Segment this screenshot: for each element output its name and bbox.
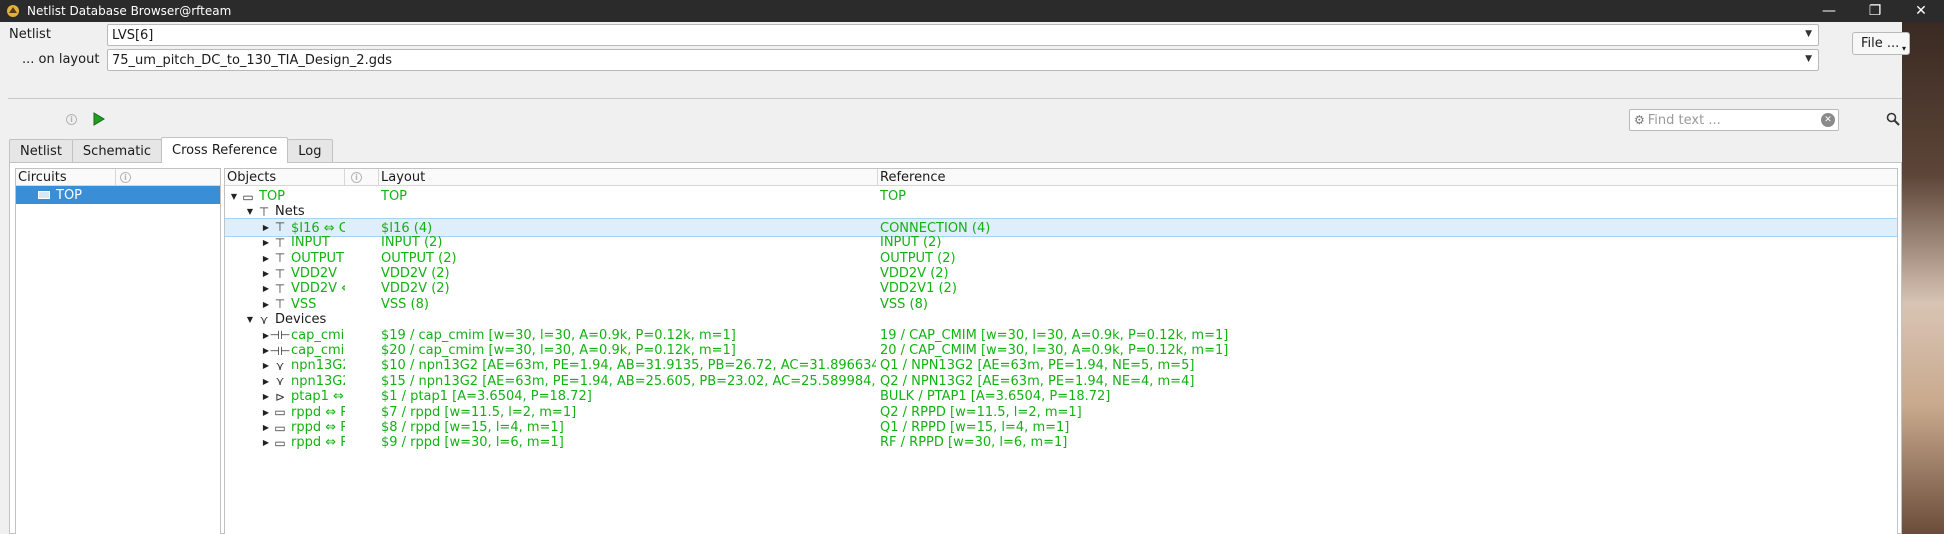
- close-button[interactable]: ✕: [1898, 0, 1944, 22]
- app-window: Netlist Database Browser@rfteam — ❐ ✕ Ne…: [0, 0, 1944, 534]
- clear-search-icon[interactable]: ✕: [1821, 113, 1835, 127]
- tab-bar: Netlist Schematic Cross Reference Log: [9, 137, 333, 163]
- circuits-list[interactable]: Circuits i TOP: [15, 168, 221, 534]
- run-icon[interactable]: [93, 112, 105, 130]
- object-name: rppd ⇔ RPPD: [291, 435, 345, 451]
- main-area: Netlist LVS[6] ▼ ... on layout 75_um_pit…: [0, 22, 1910, 534]
- cross-reference-panel: Circuits i TOP Objects i Layout Referenc…: [9, 162, 1902, 534]
- app-logo-icon: [5, 3, 21, 19]
- circuits-info-column: i: [116, 169, 220, 186]
- chevron-down-icon: ▼: [1805, 29, 1812, 39]
- info-icon[interactable]: i: [66, 114, 77, 125]
- gear-icon[interactable]: ⚙: [1634, 113, 1645, 127]
- restore-button[interactable]: ❐: [1852, 0, 1898, 22]
- circuit-item-top[interactable]: TOP: [16, 186, 220, 204]
- netlist-select-value: LVS[6]: [112, 27, 154, 43]
- netlist-select[interactable]: LVS[6] ▼: [107, 24, 1819, 46]
- resistor-icon: ▭: [274, 435, 286, 450]
- tree-row[interactable]: ▶▭ rppd ⇔ RPPD $9 / rppd [w=30, l=6, m=1] R…: [225, 433, 1897, 452]
- window-title: Netlist Database Browser@rfteam: [27, 4, 232, 18]
- search-input[interactable]: ⚙ Find text ... ✕: [1629, 109, 1839, 131]
- separator: [8, 98, 1902, 99]
- tab-log[interactable]: Log: [287, 139, 333, 163]
- circuits-column-header[interactable]: Circuits: [16, 169, 116, 186]
- reference-column-header[interactable]: Reference: [878, 169, 1897, 186]
- background-desktop-strip: [1902, 22, 1944, 534]
- menu-arrow-icon: ▾: [1901, 44, 1906, 53]
- file-menu-button[interactable]: File ... ▾: [1852, 32, 1910, 55]
- layout-select-value: 75_um_pitch_DC_to_130_TIA_Design_2.gds: [112, 52, 392, 68]
- layout-label: ... on layout: [22, 52, 100, 67]
- objects-column-header[interactable]: Objects: [225, 169, 345, 186]
- search-placeholder: Find text ...: [1647, 112, 1721, 128]
- info-icon: i: [351, 172, 362, 183]
- expand-arrow-icon[interactable]: ▶: [261, 433, 271, 452]
- info-icon: i: [120, 172, 131, 183]
- circuit-item-label: TOP: [56, 187, 83, 203]
- search-icon[interactable]: [1886, 112, 1900, 130]
- title-bar: Netlist Database Browser@rfteam — ❐ ✕: [0, 0, 1944, 22]
- layout-column-header[interactable]: Layout: [379, 169, 878, 186]
- netlist-label: Netlist: [9, 27, 51, 42]
- objects-tree[interactable]: Objects i Layout Reference ▼ ▭ TOP TOP TOP ▼ ⊤…: [224, 168, 1898, 534]
- circuits-header: Circuits i: [16, 169, 220, 186]
- objects-info-column: i: [345, 169, 379, 186]
- tab-netlist[interactable]: Netlist: [9, 139, 73, 163]
- layout-select[interactable]: 75_um_pitch_DC_to_130_TIA_Design_2.gds ▼: [107, 49, 1819, 71]
- layout-value: $9 / rppd [w=30, l=6, m=1]: [381, 435, 564, 451]
- circuit-icon: [38, 191, 50, 199]
- file-button-label: File ...: [1861, 36, 1900, 51]
- chevron-down-icon: ▼: [1805, 54, 1812, 64]
- tab-cross-reference[interactable]: Cross Reference: [161, 137, 289, 163]
- reference-value: RF / RPPD [w=30, l=6, m=1]: [880, 435, 1068, 451]
- tab-schematic[interactable]: Schematic: [71, 139, 163, 163]
- objects-tree-header: Objects i Layout Reference: [225, 169, 1897, 186]
- minimize-button[interactable]: —: [1806, 0, 1852, 22]
